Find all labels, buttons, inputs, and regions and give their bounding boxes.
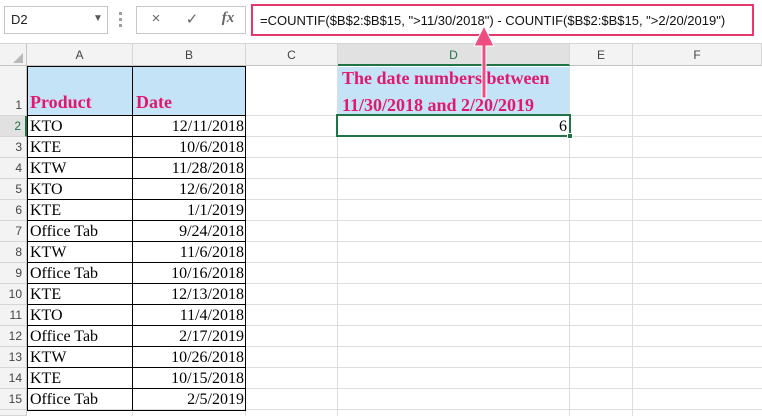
name-box-value: D2 [11,12,28,27]
cell-a11[interactable]: KTO [30,307,130,325]
cell-a5[interactable]: KTO [30,181,130,199]
gridline [632,66,633,416]
column-header-c[interactable]: C [246,44,338,66]
row-header-12[interactable]: 12 [0,326,27,347]
cell-b11[interactable]: 11/4/2018 [134,307,244,325]
column-header-a[interactable]: A [27,44,133,66]
row-header-13[interactable]: 13 [0,347,27,368]
column-header-b[interactable]: B [133,44,246,66]
table-border [27,325,246,326]
row-header-4[interactable]: 4 [0,158,27,179]
table-border [27,178,246,179]
d1-line-1: The date numbers between [342,68,550,88]
cell-a13[interactable]: KTW [30,349,130,367]
cell-b12[interactable]: 2/17/2019 [134,328,244,346]
cell-b3[interactable]: 10/6/2018 [134,139,244,157]
cell-b2[interactable]: 12/11/2018 [134,118,244,136]
cell-b6[interactable]: 1/1/2019 [134,202,244,220]
cell-a15[interactable]: Office Tab [30,391,130,409]
cancel-icon[interactable]: × [141,7,171,33]
row-header-10[interactable]: 10 [0,284,27,305]
cell-b15[interactable]: 2/5/2019 [134,391,244,409]
table-border [27,283,246,284]
annotation-arrow [473,24,495,99]
table-border [27,367,246,368]
drag-handle-icon[interactable] [118,12,124,28]
row-header-11[interactable]: 11 [0,305,27,326]
cell-a2[interactable]: KTO [30,118,130,136]
cell-a6[interactable]: KTE [30,202,130,220]
column-header-e[interactable]: E [570,44,633,66]
cell-a7[interactable]: Office Tab [30,223,130,241]
cell-b9[interactable]: 10/16/2018 [134,265,244,283]
table-border [27,241,246,242]
cell-b7[interactable]: 9/24/2018 [134,223,244,241]
formula-bar: D2 ▼ × ✓ fx =COUNTIF($B$2:$B$15, ">11/30… [0,0,762,44]
cell-b5[interactable]: 12/6/2018 [134,181,244,199]
row-header-2[interactable]: 2 [0,116,27,137]
cell-a3[interactable]: KTE [30,139,130,157]
formula-buttons: × ✓ fx [136,6,246,34]
table-border [27,388,246,389]
row-header-16[interactable] [0,410,27,416]
cell-b10[interactable]: 12/13/2018 [134,286,244,304]
cell-b4[interactable]: 11/28/2018 [134,160,244,178]
row-header-3[interactable]: 3 [0,137,27,158]
row-header-14[interactable]: 14 [0,368,27,389]
fill-handle[interactable] [567,133,573,139]
cell-a4[interactable]: KTW [30,160,130,178]
column-header-f[interactable]: F [633,44,762,66]
chevron-down-icon[interactable]: ▼ [90,7,106,31]
cell-b14[interactable]: 10/15/2018 [134,370,244,388]
cell-a14[interactable]: KTE [30,370,130,388]
table-border [27,220,246,221]
cell-a10[interactable]: KTE [30,286,130,304]
cell-a12[interactable]: Office Tab [30,328,130,346]
cell-d1[interactable]: The date numbers between 11/30/2018 and … [342,65,568,117]
cell-b1[interactable]: Date [136,92,242,114]
column-header-d[interactable]: D [338,44,570,66]
table-border [27,136,246,137]
row-header-6[interactable]: 6 [0,200,27,221]
cell-d2[interactable]: 6 [340,118,567,136]
select-all-icon [13,53,23,63]
cell-a9[interactable]: Office Tab [30,265,130,283]
table-border [27,157,246,158]
row-header-8[interactable]: 8 [0,242,27,263]
row-header-5[interactable]: 5 [0,179,27,200]
cell-a1[interactable]: Product [30,92,130,114]
table-border [132,66,133,411]
cell-b8[interactable]: 11/6/2018 [134,244,244,262]
worksheet-grid: A B C D E F 1 2 3 4 5 6 7 8 9 10 11 12 1… [0,44,762,416]
insert-function-icon[interactable]: fx [213,7,243,33]
table-border [27,115,246,116]
table-border [27,262,246,263]
row-header-7[interactable]: 7 [0,221,27,242]
enter-icon[interactable]: ✓ [177,7,207,33]
row-header-9[interactable]: 9 [0,263,27,284]
row-header-1[interactable]: 1 [0,66,27,116]
cell-a8[interactable]: KTW [30,244,130,262]
cell-b13[interactable]: 10/26/2018 [134,349,244,367]
row-header-15[interactable]: 15 [0,389,27,410]
table-border [27,199,246,200]
table-border [27,346,246,347]
table-border [27,304,246,305]
